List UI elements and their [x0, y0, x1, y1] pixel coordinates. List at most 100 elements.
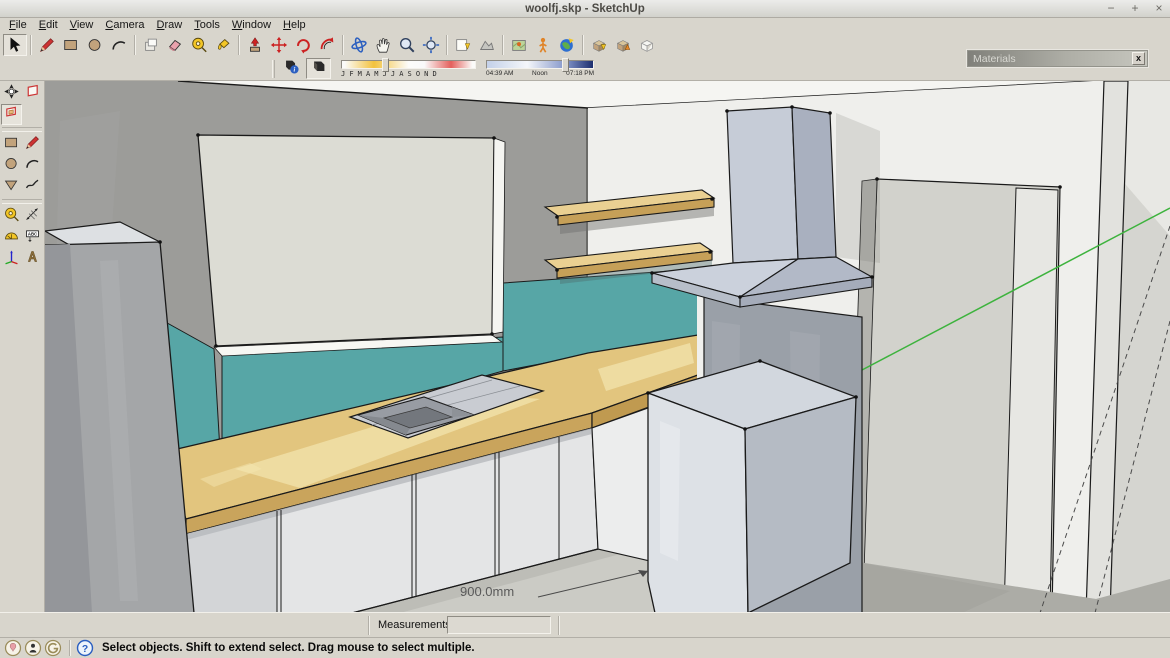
- menu-file[interactable]: File: [3, 18, 33, 33]
- fridge-box[interactable]: [648, 361, 856, 613]
- geolocation-status-icon[interactable]: [4, 639, 22, 657]
- protractor-icon: [3, 227, 20, 249]
- rectangle-tool-button[interactable]: [1, 134, 22, 155]
- materials-panel[interactable]: Materials x: [967, 50, 1148, 67]
- walk-compass-tool-button[interactable]: [1, 83, 22, 104]
- menu-view[interactable]: View: [64, 18, 100, 33]
- viewport-canvas[interactable]: 900.0mm: [45, 81, 1170, 613]
- materials-panel-title: Materials: [968, 53, 1132, 65]
- menu-help[interactable]: Help: [277, 18, 312, 33]
- tool-palette: ABC: [0, 81, 45, 612]
- tape-measure-tool-button[interactable]: [187, 34, 211, 56]
- shadow-toggle-icon: [310, 57, 328, 80]
- toggle-shadows-button[interactable]: [306, 58, 331, 79]
- kitchen-window[interactable]: [198, 135, 505, 356]
- pan-tool-button[interactable]: [371, 34, 395, 56]
- protractor-tool-button[interactable]: [1, 227, 22, 248]
- pencil-icon: [38, 36, 56, 54]
- sign-in-status-icon[interactable]: [44, 639, 62, 657]
- orbit-tool-button[interactable]: [347, 34, 371, 56]
- walk-person-tool-button[interactable]: [531, 34, 555, 56]
- rectangle-tan-icon: [3, 134, 20, 156]
- add-location-tool-button[interactable]: [507, 34, 531, 56]
- terrain-icon: [478, 36, 496, 54]
- shadow-settings-button[interactable]: i: [278, 58, 303, 79]
- section-plane-icon: [24, 83, 41, 105]
- time-labels: 04:39 AM Noon 07:18 PM: [486, 70, 594, 77]
- google-earth-icon: [558, 36, 576, 54]
- freehand-tool-button[interactable]: [22, 176, 43, 197]
- pan-icon: [374, 36, 392, 54]
- door-opening[interactable]: [850, 179, 1060, 613]
- circle-tool-button[interactable]: [83, 34, 107, 56]
- credit-attribution-status-icon[interactable]: [24, 639, 42, 657]
- zoom-icon: [398, 36, 416, 54]
- offset-tool-button[interactable]: [315, 34, 339, 56]
- arc-tool-button[interactable]: [22, 155, 43, 176]
- arc-tool-button[interactable]: [107, 34, 131, 56]
- push-pull-tool-button[interactable]: [243, 34, 267, 56]
- share-model-tool-button[interactable]: [611, 34, 635, 56]
- measurements-label: Measurements: [378, 619, 451, 631]
- rectangle-tool-button[interactable]: [59, 34, 83, 56]
- component-tool-button[interactable]: [635, 34, 659, 56]
- toolbar-separator: [134, 35, 136, 55]
- move-tool-button[interactable]: [267, 34, 291, 56]
- menu-edit[interactable]: Edit: [33, 18, 64, 33]
- get-models-tool-button[interactable]: [587, 34, 611, 56]
- menu-tools[interactable]: Tools: [188, 18, 226, 33]
- eraser-tool-button[interactable]: [163, 34, 187, 56]
- minimize-button[interactable]: −: [1104, 0, 1118, 18]
- make-component-icon: [142, 36, 160, 54]
- axes-tool-button[interactable]: [1, 248, 22, 269]
- date-slider-handle[interactable]: [382, 58, 389, 72]
- status-bar: ? Select objects. Shift to extend select…: [0, 637, 1170, 658]
- title-bar[interactable]: woolfj.skp - SketchUp −+×: [0, 0, 1170, 18]
- compass-nav-icon: [3, 83, 20, 105]
- toolbar-separator: [342, 35, 344, 55]
- arc-icon: [24, 155, 41, 177]
- close-button[interactable]: ×: [1152, 0, 1166, 18]
- menu-draw[interactable]: Draw: [151, 18, 189, 33]
- date-slider-track[interactable]: [341, 60, 476, 69]
- dimension-tool-button[interactable]: [22, 206, 43, 227]
- time-slider-track[interactable]: [486, 60, 594, 69]
- section-plane-tool-button[interactable]: [22, 83, 43, 104]
- line-tool-button[interactable]: [22, 134, 43, 155]
- zoom-tool-button[interactable]: [395, 34, 419, 56]
- toolbar-separator: [582, 35, 584, 55]
- menu-bar: FileEditViewCameraDrawToolsWindowHelp: [0, 18, 1170, 33]
- menu-window[interactable]: Window: [226, 18, 277, 33]
- toggle-terrain-tool-button[interactable]: [475, 34, 499, 56]
- measurements-input[interactable]: [447, 616, 551, 634]
- polygon-tool-button[interactable]: [1, 176, 22, 197]
- zoom-extents-tool-button[interactable]: [419, 34, 443, 56]
- polygon-tan-icon: [3, 176, 20, 198]
- text-tool-button[interactable]: ABC: [22, 227, 43, 248]
- 3d-text-tool-button[interactable]: [22, 248, 43, 269]
- rotate-tool-button[interactable]: [291, 34, 315, 56]
- section-cut-display-tool-button[interactable]: [1, 104, 22, 125]
- get-current-view-tool-button[interactable]: [451, 34, 475, 56]
- measurements-bar: Measurements: [0, 612, 1170, 637]
- line-tool-button[interactable]: [35, 34, 59, 56]
- rotate-icon: [294, 36, 312, 54]
- tape-measure-icon: [190, 36, 208, 54]
- materials-close-button[interactable]: x: [1132, 52, 1145, 65]
- help-icon[interactable]: ?: [76, 639, 94, 657]
- viewport[interactable]: 900.0mm: [45, 81, 1170, 612]
- make-component-tool-button[interactable]: [139, 34, 163, 56]
- google-earth-tool-button[interactable]: [555, 34, 579, 56]
- circle-tool-button[interactable]: [1, 155, 22, 176]
- select-tool-button[interactable]: [3, 34, 27, 56]
- paint-bucket-tool-button[interactable]: [211, 34, 235, 56]
- maximize-button[interactable]: +: [1128, 0, 1142, 18]
- move-icon: [270, 36, 288, 54]
- tape-measure-tool-button[interactable]: [1, 206, 22, 227]
- time-slider-handle[interactable]: [562, 58, 569, 72]
- pencil-icon: [24, 134, 41, 156]
- bar-groove-2: [558, 616, 560, 635]
- eraser-icon: [166, 36, 184, 54]
- svg-text:ABC: ABC: [28, 231, 37, 236]
- menu-camera[interactable]: Camera: [99, 18, 150, 33]
